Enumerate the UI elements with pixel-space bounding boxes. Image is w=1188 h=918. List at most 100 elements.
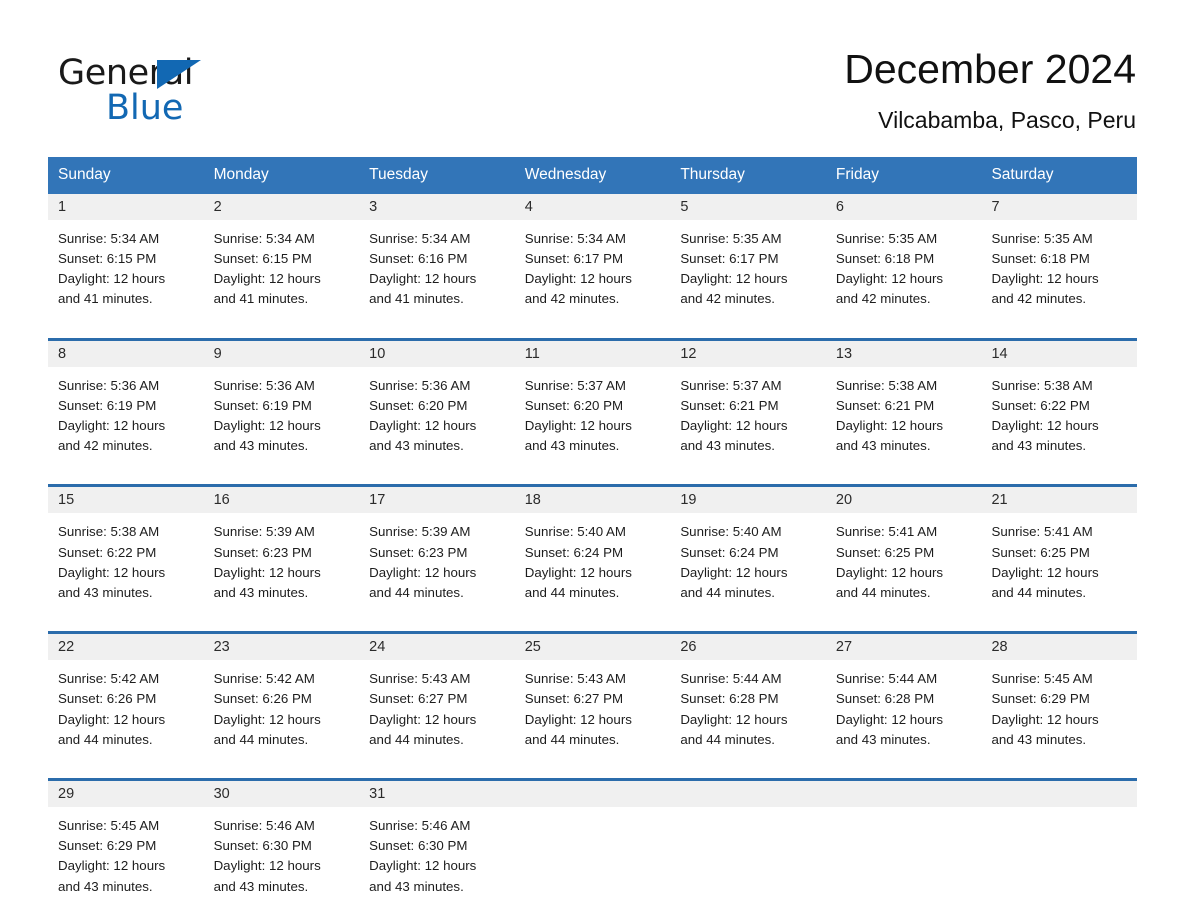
calendar-week-row: 15 Sunrise: 5:38 AM Sunset: 6:22 PM Dayligh… bbox=[48, 484, 1138, 615]
calendar-day-cell[interactable]: 17 Sunrise: 5:39 AM Sunset: 6:23 PM Dayligh… bbox=[359, 487, 515, 615]
day-number: 15 bbox=[48, 487, 204, 514]
day-number: 7 bbox=[981, 193, 1138, 220]
daylight-text-line1: Daylight: 12 hours bbox=[369, 418, 477, 434]
day-details: Sunrise: 5:44 AM Sunset: 6:28 PM Daylight:… bbox=[670, 660, 826, 750]
day-details: Sunrise: 5:35 AM Sunset: 6:18 PM Daylight:… bbox=[981, 220, 1137, 310]
sunrise-text: Sunrise: 5:40 AM bbox=[680, 524, 782, 540]
calendar-day-cell[interactable]: 18 Sunrise: 5:40 AM Sunset: 6:24 PM Dayligh… bbox=[514, 487, 671, 615]
calendar-day-cell[interactable]: 12 Sunrise: 5:37 AM Sunset: 6:21 PM Dayligh… bbox=[670, 340, 826, 469]
daylight-text-line2: and 44 minutes. bbox=[524, 731, 620, 747]
sunset-text: Sunset: 6:28 PM bbox=[680, 691, 779, 707]
daylight-text-line1: Daylight: 12 hours bbox=[991, 564, 1099, 580]
week-row-spacer bbox=[48, 762, 1137, 778]
sunrise-text: Sunrise: 5:34 AM bbox=[58, 230, 160, 246]
day-details: Sunrise: 5:43 AM Sunset: 6:27 PM Daylight:… bbox=[515, 660, 671, 750]
sunrise-text: Sunrise: 5:41 AM bbox=[991, 524, 1093, 540]
day-details: Sunrise: 5:45 AM Sunset: 6:29 PM Daylight:… bbox=[981, 660, 1137, 750]
calendar-weeks: 1 Sunrise: 5:34 AM Sunset: 6:15 PM Daylight… bbox=[48, 193, 1138, 909]
calendar-day-cell[interactable]: 25 Sunrise: 5:43 AM Sunset: 6:27 PM Dayligh… bbox=[514, 634, 671, 762]
day-number: 10 bbox=[359, 340, 515, 367]
calendar-day-cell[interactable]: 19 Sunrise: 5:40 AM Sunset: 6:24 PM Dayligh… bbox=[670, 487, 826, 615]
daylight-text-line1: Daylight: 12 hours bbox=[369, 711, 477, 727]
calendar-day-cell[interactable]: 13 Sunrise: 5:38 AM Sunset: 6:21 PM Dayligh… bbox=[825, 340, 982, 469]
sunrise-text: Sunrise: 5:34 AM bbox=[213, 230, 315, 246]
calendar-day-cell-empty bbox=[825, 781, 982, 909]
sunset-text: Sunset: 6:15 PM bbox=[58, 251, 157, 267]
daylight-text-line2: and 42 minutes. bbox=[991, 291, 1087, 307]
calendar-day-cell[interactable]: 7 Sunrise: 5:35 AM Sunset: 6:18 PM Daylight… bbox=[981, 193, 1138, 322]
calendar-day-cell[interactable]: 30 Sunrise: 5:46 AM Sunset: 6:30 PM Dayligh… bbox=[203, 781, 360, 909]
week-row-spacer bbox=[48, 468, 1137, 484]
day-details: Sunrise: 5:42 AM Sunset: 6:26 PM Daylight:… bbox=[48, 660, 204, 750]
calendar-day-cell[interactable]: 20 Sunrise: 5:41 AM Sunset: 6:25 PM Dayligh… bbox=[825, 487, 982, 615]
day-number: 30 bbox=[203, 781, 360, 808]
calendar-day-cell[interactable]: 4 Sunrise: 5:34 AM Sunset: 6:17 PM Daylight… bbox=[514, 193, 671, 322]
calendar-day-cell[interactable]: 27 Sunrise: 5:44 AM Sunset: 6:28 PM Dayligh… bbox=[825, 634, 982, 762]
daylight-text-line1: Daylight: 12 hours bbox=[58, 564, 166, 580]
sunrise-text: Sunrise: 5:42 AM bbox=[58, 671, 160, 687]
daylight-text-line2: and 43 minutes. bbox=[213, 585, 309, 601]
sunset-text: Sunset: 6:18 PM bbox=[835, 251, 935, 267]
calendar-day-cell[interactable]: 15 Sunrise: 5:38 AM Sunset: 6:22 PM Dayligh… bbox=[48, 487, 204, 615]
calendar-day-cell[interactable]: 10 Sunrise: 5:36 AM Sunset: 6:20 PM Dayligh… bbox=[359, 340, 515, 469]
calendar-day-cell[interactable]: 5 Sunrise: 5:35 AM Sunset: 6:17 PM Daylight… bbox=[670, 193, 826, 322]
sunset-text: Sunset: 6:21 PM bbox=[835, 397, 935, 413]
sunset-text: Sunset: 6:25 PM bbox=[991, 544, 1090, 560]
sunrise-text: Sunrise: 5:46 AM bbox=[369, 818, 471, 834]
calendar-day-cell[interactable]: 14 Sunrise: 5:38 AM Sunset: 6:22 PM Dayligh… bbox=[981, 340, 1138, 469]
calendar-week-row: 22 Sunrise: 5:42 AM Sunset: 6:26 PM Dayligh… bbox=[48, 631, 1138, 762]
sunrise-text: Sunrise: 5:39 AM bbox=[369, 524, 471, 540]
calendar-day-cell[interactable]: 23 Sunrise: 5:42 AM Sunset: 6:26 PM Dayligh… bbox=[203, 634, 360, 762]
location-subtitle: Vilcabamba, Pasco, Peru bbox=[878, 106, 1136, 133]
calendar-day-cell[interactable]: 6 Sunrise: 5:35 AM Sunset: 6:18 PM Daylight… bbox=[825, 193, 982, 322]
calendar-day-cell-empty bbox=[670, 781, 826, 909]
day-details: Sunrise: 5:46 AM Sunset: 6:30 PM Daylight:… bbox=[204, 807, 360, 897]
calendar-day-cell[interactable]: 11 Sunrise: 5:37 AM Sunset: 6:20 PM Dayligh… bbox=[514, 340, 671, 469]
calendar-day-cell[interactable]: 2 Sunrise: 5:34 AM Sunset: 6:15 PM Daylight… bbox=[203, 193, 360, 322]
daylight-text-line2: and 44 minutes. bbox=[680, 731, 775, 747]
sunrise-text: Sunrise: 5:41 AM bbox=[835, 524, 938, 540]
calendar-day-cell[interactable]: 3 Sunrise: 5:34 AM Sunset: 6:16 PM Daylight… bbox=[359, 193, 515, 322]
daylight-text-line1: Daylight: 12 hours bbox=[213, 271, 321, 287]
daylight-text-line2: and 43 minutes. bbox=[369, 878, 464, 894]
calendar-day-cell[interactable]: 22 Sunrise: 5:42 AM Sunset: 6:26 PM Dayligh… bbox=[48, 634, 204, 762]
sunset-text: Sunset: 6:23 PM bbox=[369, 544, 468, 560]
daylight-text-line1: Daylight: 12 hours bbox=[213, 858, 321, 874]
sunrise-text: Sunrise: 5:43 AM bbox=[369, 671, 471, 687]
calendar-week-row: 8 Sunrise: 5:36 AM Sunset: 6:19 PM Daylight… bbox=[48, 337, 1138, 469]
daylight-text-line2: and 43 minutes. bbox=[991, 731, 1087, 747]
calendar-day-cell[interactable]: 29 Sunrise: 5:45 AM Sunset: 6:29 PM Dayligh… bbox=[48, 781, 204, 909]
calendar-day-cell[interactable]: 24 Sunrise: 5:43 AM Sunset: 6:27 PM Dayligh… bbox=[359, 634, 515, 762]
sunrise-text: Sunrise: 5:34 AM bbox=[524, 230, 626, 246]
calendar-day-cell[interactable]: 21 Sunrise: 5:41 AM Sunset: 6:25 PM Dayligh… bbox=[981, 487, 1138, 615]
calendar-day-cell[interactable]: 8 Sunrise: 5:36 AM Sunset: 6:19 PM Daylight… bbox=[48, 340, 204, 469]
daylight-text-line2: and 43 minutes. bbox=[524, 438, 620, 454]
day-number bbox=[825, 781, 982, 808]
daylight-text-line1: Daylight: 12 hours bbox=[524, 564, 632, 580]
daylight-text-line2: and 43 minutes. bbox=[58, 878, 153, 894]
daylight-text-line1: Daylight: 12 hours bbox=[991, 711, 1099, 727]
calendar-day-cell[interactable]: 26 Sunrise: 5:44 AM Sunset: 6:28 PM Dayligh… bbox=[670, 634, 826, 762]
calendar-day-cell[interactable]: 9 Sunrise: 5:36 AM Sunset: 6:19 PM Daylight… bbox=[203, 340, 360, 469]
daylight-text-line1: Daylight: 12 hours bbox=[524, 271, 632, 287]
sunset-text: Sunset: 6:16 PM bbox=[369, 251, 468, 267]
sunset-text: Sunset: 6:20 PM bbox=[369, 397, 468, 413]
generalblue-logo[interactable]: General Blue bbox=[58, 44, 248, 130]
sunset-text: Sunset: 6:30 PM bbox=[213, 838, 312, 854]
sunrise-text: Sunrise: 5:44 AM bbox=[835, 671, 938, 687]
day-number: 11 bbox=[514, 340, 671, 367]
weekday-header-row: Sunday Monday Tuesday Wednesday Thursday Frid… bbox=[48, 157, 1137, 194]
day-details: Sunrise: 5:34 AM Sunset: 6:16 PM Daylight:… bbox=[359, 220, 515, 310]
daylight-text-line1: Daylight: 12 hours bbox=[524, 418, 632, 434]
calendar-day-cell[interactable]: 1 Sunrise: 5:34 AM Sunset: 6:15 PM Daylight… bbox=[48, 193, 204, 322]
day-number: 13 bbox=[825, 340, 982, 367]
daylight-text-line1: Daylight: 12 hours bbox=[835, 711, 944, 727]
calendar-day-cell[interactable]: 28 Sunrise: 5:45 AM Sunset: 6:29 PM Dayligh… bbox=[981, 634, 1138, 762]
sunrise-text: Sunrise: 5:43 AM bbox=[524, 671, 626, 687]
day-number: 2 bbox=[203, 193, 360, 220]
weekday-header-sunday: Sunday bbox=[58, 166, 111, 183]
day-number: 22 bbox=[48, 634, 204, 661]
calendar-day-cell[interactable]: 31 Sunrise: 5:46 AM Sunset: 6:30 PM Dayligh… bbox=[359, 781, 515, 909]
day-number: 17 bbox=[359, 487, 515, 514]
calendar-day-cell[interactable]: 16 Sunrise: 5:39 AM Sunset: 6:23 PM Dayligh… bbox=[203, 487, 360, 615]
